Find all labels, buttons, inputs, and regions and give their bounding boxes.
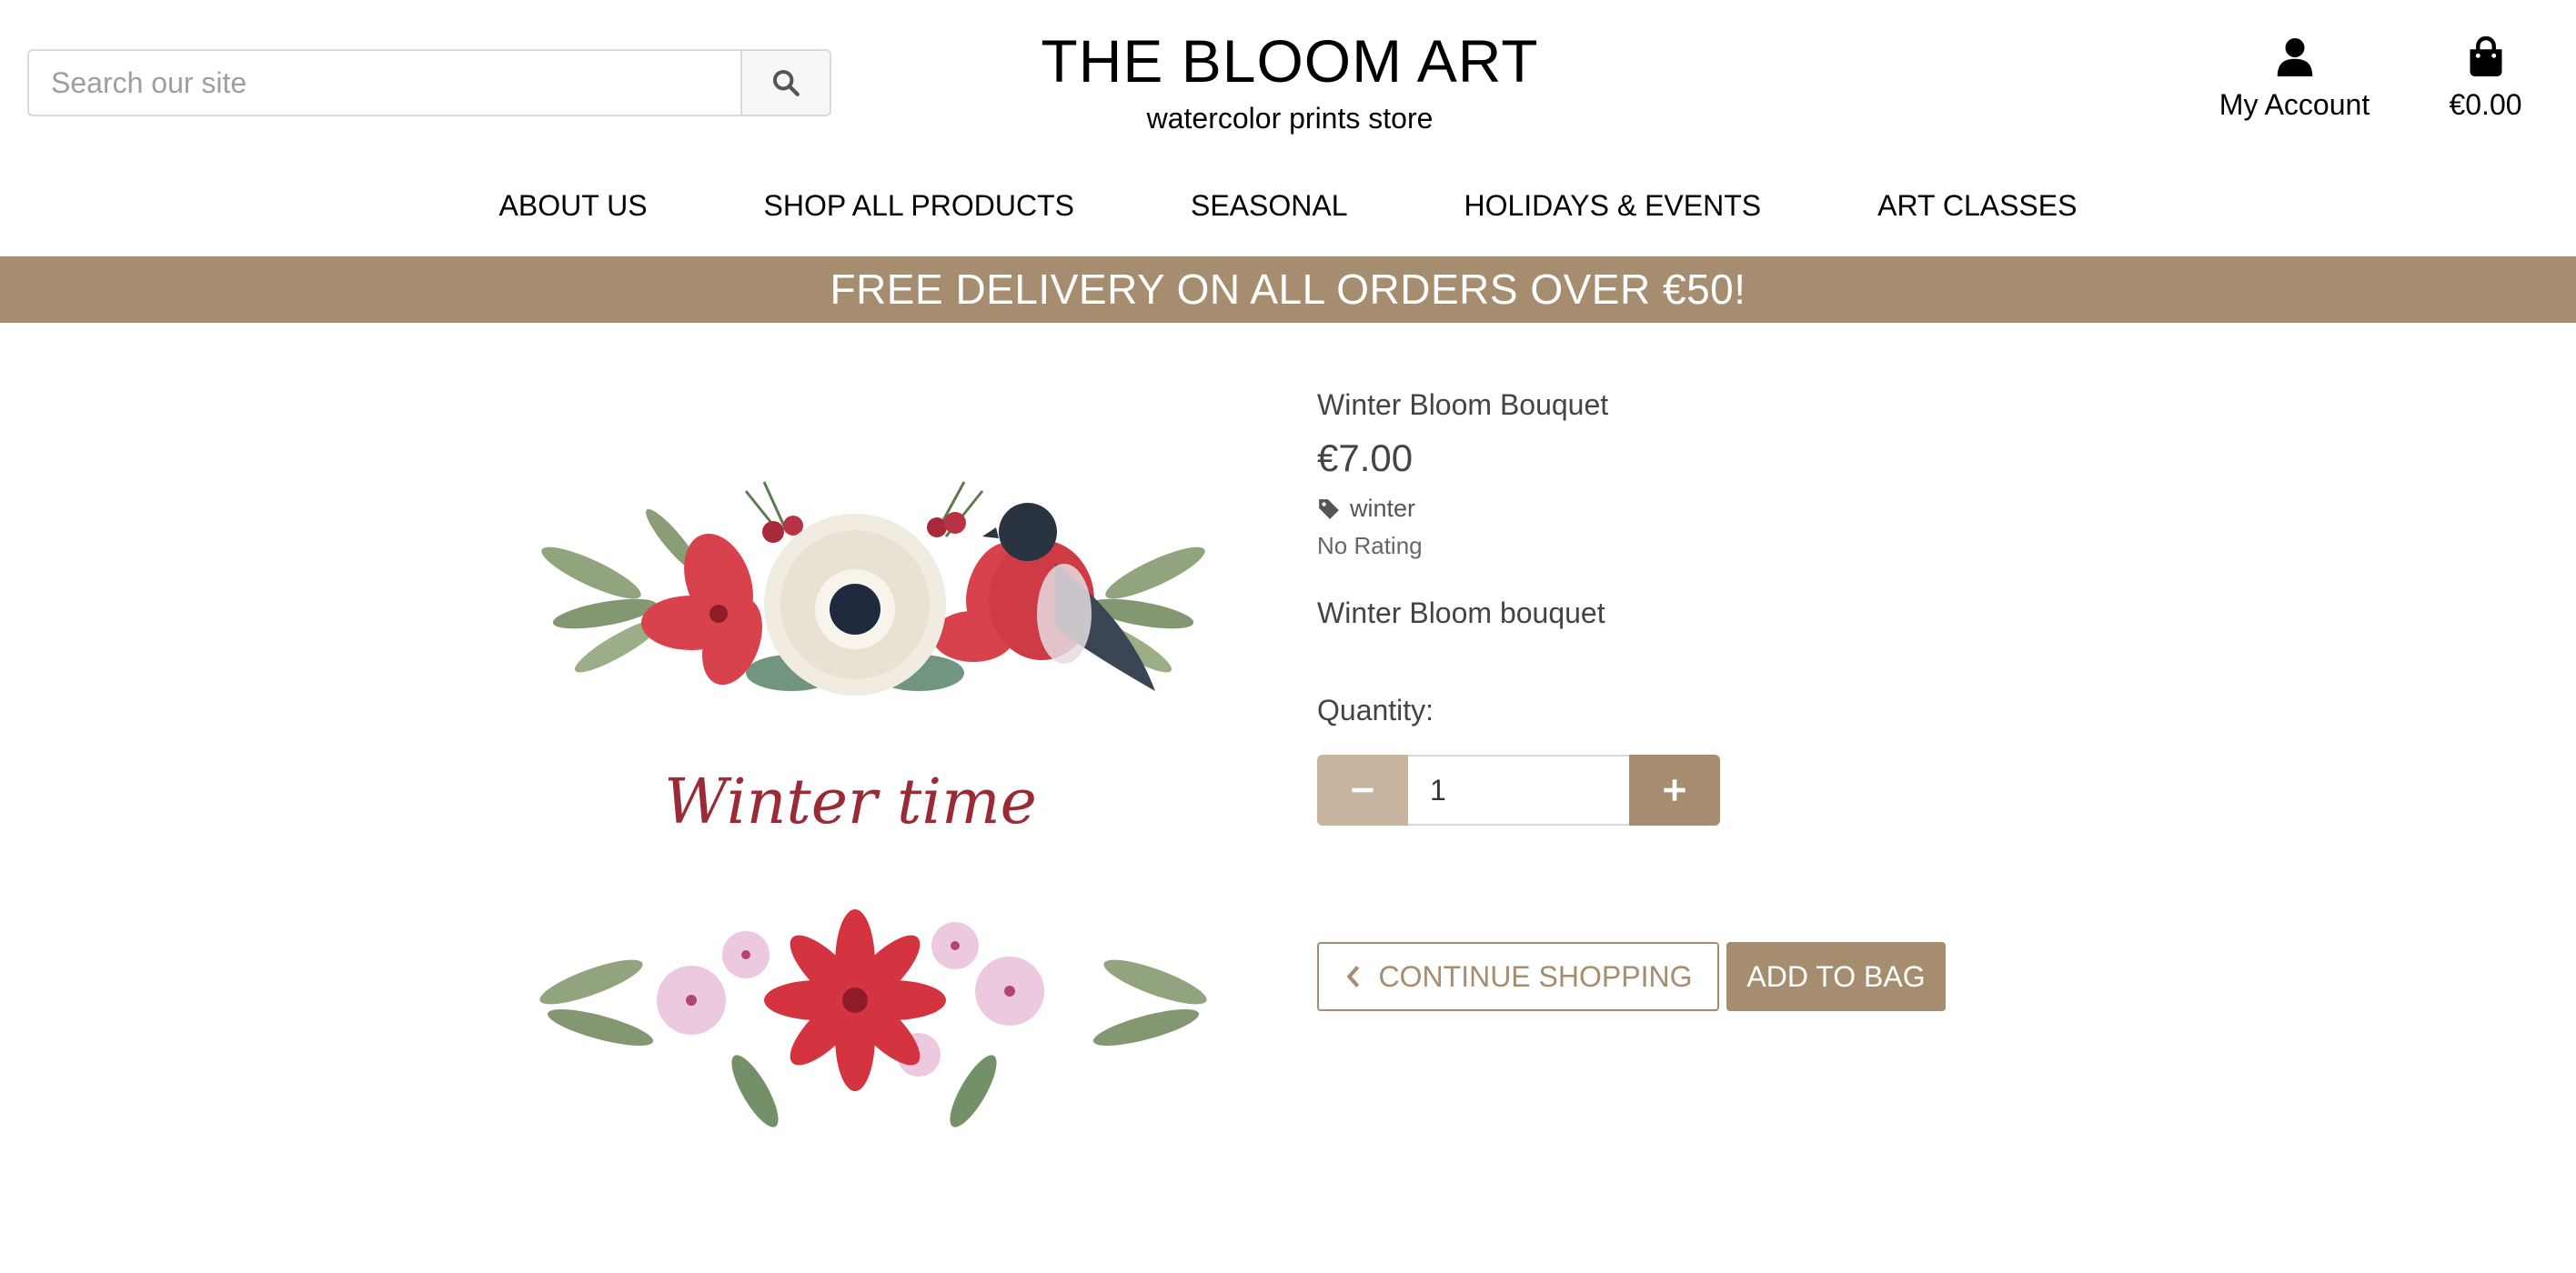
nav-art-classes[interactable]: ART CLASSES (1819, 184, 2135, 227)
bullfinch-bird (982, 503, 1155, 691)
shopping-bag-icon (2470, 35, 2501, 76)
search-button[interactable] (740, 51, 830, 115)
product-details: Winter Bloom Bouquet €7.00 winter No Rat… (1317, 386, 2136, 1011)
site-brand[interactable]: THE BLOOM ART watercolor prints store (926, 27, 1654, 136)
quantity-label: Quantity: (1317, 694, 1434, 727)
decrement-quantity-button[interactable] (1317, 755, 1408, 826)
product-name: Winter Bloom Bouquet (1317, 388, 1609, 421)
continue-shopping-label: CONTINUE SHOPPING (1378, 959, 1693, 993)
tag-icon (1319, 498, 1339, 519)
main-nav: ABOUT US SHOP ALL PRODUCTS SEASONAL HOLI… (0, 184, 2576, 227)
increment-quantity-button[interactable] (1629, 755, 1720, 826)
chevron-left-icon (1346, 966, 1359, 987)
my-account-label: My Account (2219, 88, 2370, 121)
plus-icon (1664, 779, 1685, 801)
minus-icon (1352, 787, 1374, 793)
product-tag[interactable]: winter (1317, 495, 2136, 523)
product-rating: No Rating (1317, 532, 1423, 559)
shopping-bag-link[interactable]: €0.00 (2438, 35, 2533, 122)
nav-shop-all-products[interactable]: SHOP ALL PRODUCTS (706, 184, 1132, 227)
upper-floral-arrangement (541, 481, 1205, 696)
product-image: Winter time (539, 481, 1207, 1128)
lower-floral-arrangement (539, 909, 1207, 1128)
nav-holidays-events[interactable]: HOLIDAYS & EVENTS (1405, 184, 1819, 227)
product-tag-label: winter (1350, 495, 1416, 522)
my-account-link[interactable]: My Account (2210, 36, 2379, 122)
delivery-banner: FREE DELIVERY ON ALL ORDERS OVER €50! (0, 256, 2576, 323)
nav-about-us[interactable]: ABOUT US (441, 184, 706, 227)
user-icon (2277, 38, 2312, 76)
search-input[interactable] (29, 51, 740, 115)
add-to-bag-button[interactable]: ADD TO BAG (1726, 942, 1946, 1011)
product-actions: CONTINUE SHOPPING ADD TO BAG (1317, 942, 2136, 1011)
search-icon (772, 69, 800, 96)
product-price: €7.00 (1317, 436, 1414, 479)
quantity-stepper (1317, 755, 1720, 826)
search-bar (27, 49, 831, 116)
quantity-input[interactable] (1408, 755, 1629, 826)
bag-total: €0.00 (2449, 88, 2522, 121)
site-title: THE BLOOM ART (1041, 27, 1539, 95)
site-subtitle: watercolor prints store (1146, 102, 1434, 135)
image-caption: Winter time (664, 767, 1037, 838)
nav-seasonal[interactable]: SEASONAL (1132, 184, 1406, 227)
continue-shopping-button[interactable]: CONTINUE SHOPPING (1317, 942, 1719, 1011)
product-description: Winter Bloom bouquet (1317, 596, 1605, 629)
